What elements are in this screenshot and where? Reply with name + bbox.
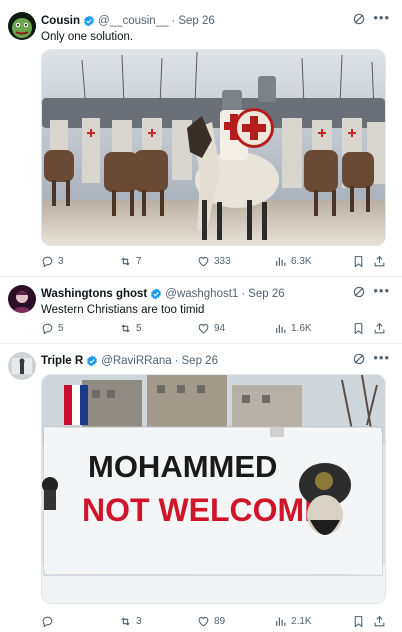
separator-dot: · [241,288,246,300]
repost-count: 7 [136,256,142,267]
timestamp[interactable]: Sep 26 [178,15,214,27]
bookmark-icon [354,256,363,267]
reply-button[interactable] [41,615,58,628]
tweet-actions: 3 7 333 6.3K [41,255,386,271]
views-count: 1.6K [291,323,312,334]
timestamp[interactable]: Sep 26 [182,355,218,367]
tweet-header: Washingtons ghost @washghost1 · Sep 26 •… [41,283,394,303]
views-icon [276,257,286,267]
like-button[interactable]: 89 [197,615,225,628]
repost-icon [121,324,130,333]
grok-icon[interactable] [352,285,366,299]
tweet-actions: 5 5 94 1.6K [41,322,386,338]
tweet-text: Western Christians are too timid [41,304,205,316]
bookmark-button[interactable] [352,255,365,268]
like-count: 94 [214,323,226,334]
share-button[interactable] [373,255,386,268]
handle[interactable]: @washghost1 [165,288,238,300]
more-icon[interactable]: ••• [373,283,390,298]
tweet-washingtons-ghost[interactable]: Washingtons ghost @washghost1 · Sep 26 •… [0,277,402,344]
share-button[interactable] [373,615,386,628]
verified-badge-icon [83,15,95,27]
tweet-text: Only one solution. [41,31,134,43]
display-name[interactable]: Triple R [41,355,83,367]
views-icon [276,324,286,334]
verified-badge-icon [86,355,98,367]
bookmark-button[interactable] [352,322,365,335]
handle[interactable]: @RaviRRana [101,355,171,367]
separator-dot: · [171,15,176,27]
share-button[interactable] [373,322,386,335]
bookmark-button[interactable] [352,615,365,628]
tweet-header: Triple R @RaviRRana · Sep 26 ••• [41,350,394,370]
tweet-header: Cousin @__cousin__ · Sep 26 ••• [41,10,394,30]
tweet-image[interactable]: MOHAMMED NOT WELCOME [41,374,386,604]
timestamp[interactable]: Sep 26 [248,288,284,300]
display-name[interactable]: Washingtons ghost [41,288,147,300]
reply-button[interactable]: 3 [41,255,64,268]
banner-line-2: NOT WELCOME [82,492,326,528]
grok-icon[interactable] [352,12,366,26]
like-button[interactable]: 333 [197,255,231,268]
more-icon[interactable]: ••• [373,10,390,25]
bookmark-icon [354,616,363,627]
views-count: 2.1K [291,616,312,627]
separator-dot: · [174,355,179,367]
tweet-cousin[interactable]: Cousin @__cousin__ · Sep 26 ••• Only one… [0,0,402,277]
bookmark-icon [354,323,363,334]
reply-icon [42,256,53,267]
reply-count: 5 [58,323,64,334]
views-count: 6.3K [291,256,312,267]
tweet-triple-r[interactable]: Triple R @RaviRRana · Sep 26 ••• MOHAMME… [0,344,402,632]
avatar[interactable] [8,352,36,380]
tweet-image[interactable] [41,49,386,246]
tweet-actions: 3 89 2.1K [41,615,386,631]
repost-icon [121,257,130,266]
reply-count: 3 [58,256,64,267]
avatar[interactable] [8,285,36,313]
views-icon [276,617,286,627]
like-icon [198,256,209,267]
views-button[interactable]: 6.3K [274,255,312,268]
like-icon [198,616,209,627]
avatar[interactable] [8,12,36,40]
views-button[interactable]: 2.1K [274,615,312,628]
share-icon [374,256,385,267]
reply-icon [42,616,53,627]
share-icon [374,323,385,334]
verified-badge-icon [150,288,162,300]
handle[interactable]: @__cousin__ [98,15,169,27]
like-icon [198,323,209,334]
repost-count: 5 [136,323,142,334]
more-icon[interactable]: ••• [373,350,390,365]
views-button[interactable]: 1.6K [274,322,312,335]
display-name[interactable]: Cousin [41,15,80,27]
repost-icon [121,617,130,626]
banner-line-1: MOHAMMED [88,449,277,484]
like-count: 333 [214,256,231,267]
grok-icon[interactable] [352,352,366,366]
repost-button[interactable]: 7 [119,255,142,268]
repost-count: 3 [136,616,142,627]
repost-button[interactable]: 3 [119,615,142,628]
reply-icon [42,323,53,334]
repost-button[interactable]: 5 [119,322,142,335]
share-icon [374,616,385,627]
like-button[interactable]: 94 [197,322,225,335]
like-count: 89 [214,616,226,627]
reply-button[interactable]: 5 [41,322,64,335]
